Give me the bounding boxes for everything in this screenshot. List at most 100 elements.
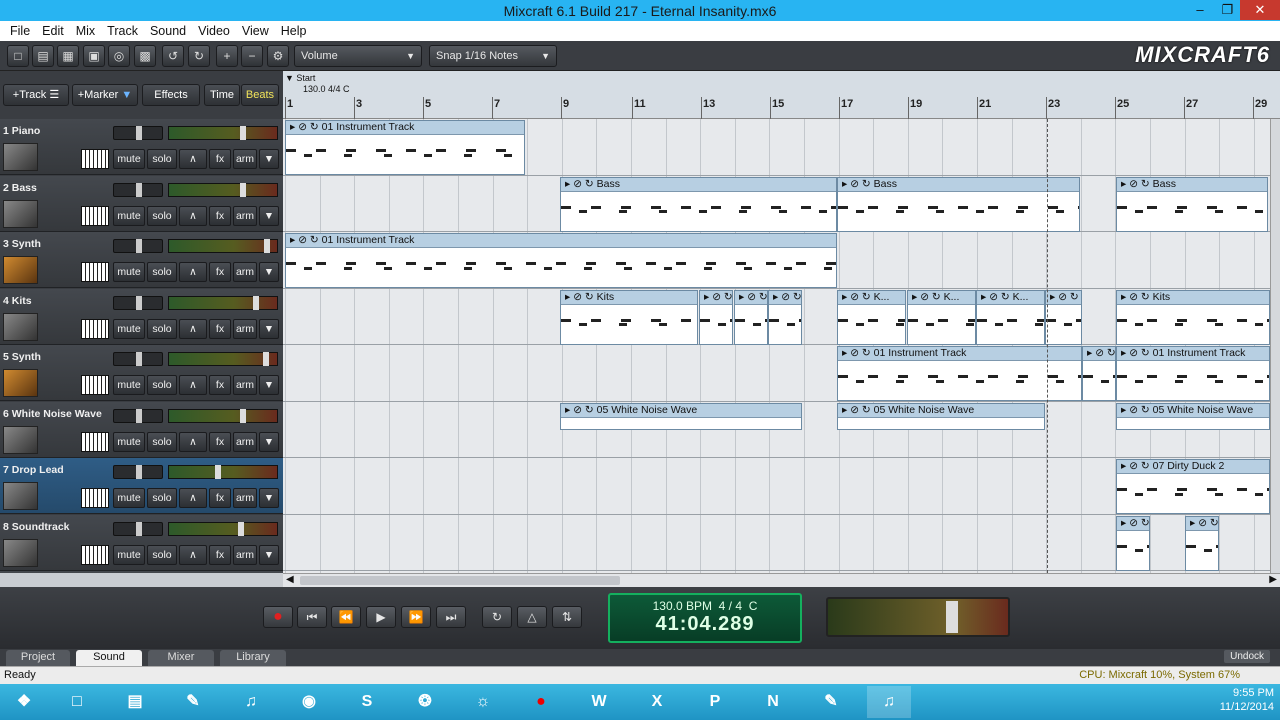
- clip[interactable]: ▸ ⊘ ↻ 07 Dirty Duck 2: [1116, 459, 1270, 514]
- clip-header[interactable]: ▸ ⊘ ↻ K...: [977, 290, 1044, 305]
- clip-header[interactable]: ▸ ⊘ ↻ Bass: [1117, 177, 1267, 192]
- tab-project[interactable]: Project: [6, 650, 70, 666]
- automation-icon[interactable]: ∧: [179, 431, 207, 452]
- open-folder-icon[interactable]: ▤: [32, 45, 54, 67]
- fx-button[interactable]: fx: [209, 205, 231, 226]
- firefox-icon[interactable]: ☼: [461, 686, 505, 718]
- clip-header[interactable]: ▸ ⊘ ↻ K...: [838, 290, 905, 305]
- steam-icon[interactable]: ◉: [287, 686, 331, 718]
- clip[interactable]: ▸ ⊘ ↻ 05 White Noise Wave: [560, 402, 802, 430]
- automation-icon[interactable]: ∧: [179, 149, 207, 169]
- restore-button[interactable]: ❐: [1215, 0, 1240, 20]
- track-name[interactable]: 6 White Noise Wave: [3, 408, 102, 420]
- meter-knob[interactable]: [263, 352, 269, 366]
- clip[interactable]: ▸ ⊘ ↻ K...: [1045, 289, 1082, 345]
- piano-keyboard-icon[interactable]: [81, 149, 109, 169]
- add-marker-button[interactable]: +Marker ▼: [72, 84, 138, 106]
- metronome-button[interactable]: △: [517, 606, 547, 628]
- master-volume-knob[interactable]: [946, 601, 958, 633]
- fx-button[interactable]: fx: [209, 262, 231, 282]
- arrangement-grid[interactable]: ▸ ⊘ ↻ 01 Instrument Track ▸ ⊘ ↻ Bass ▸ ⊘ ↻…: [283, 119, 1270, 573]
- clip[interactable]: ▸ ⊘ ↻ K...: [837, 289, 906, 345]
- chevron-down-icon[interactable]: ▼: [259, 375, 279, 395]
- track-volume-fader[interactable]: [113, 521, 163, 536]
- rewind-button[interactable]: ⏪: [331, 606, 361, 628]
- clip[interactable]: ▸ ⊘ ↻ K...: [907, 289, 976, 345]
- clip[interactable]: ▸ ⊘ ↻ Kits: [560, 289, 698, 345]
- clip-icons[interactable]: ▸ ⊘ ↻: [704, 291, 732, 303]
- track-header[interactable]: 1 Piano mute solo ∧ fx arm ▼: [0, 119, 283, 175]
- meter-knob[interactable]: [240, 408, 246, 423]
- clip-header[interactable]: ▸ ⊘ ↻ 07 Dirty Duck 2: [1117, 460, 1269, 474]
- clip-icons[interactable]: ▸ ⊘ ↻: [842, 291, 874, 303]
- tab-library[interactable]: Library: [220, 650, 286, 666]
- windows-start-icon[interactable]: ❖: [2, 686, 46, 718]
- menu-video[interactable]: Video: [192, 24, 236, 38]
- play-button[interactable]: ▶: [366, 606, 396, 628]
- automation-icon[interactable]: ∧: [179, 544, 207, 565]
- fx-button[interactable]: fx: [209, 431, 231, 452]
- piano-keyboard-icon[interactable]: [81, 431, 109, 452]
- notepad-icon[interactable]: ✎: [171, 686, 215, 718]
- clip-header[interactable]: ▸ ⊘ ↻ Bass: [561, 177, 836, 192]
- clip-header[interactable]: ▸ ⊘ ↻ K...: [908, 290, 975, 305]
- chevron-down-icon[interactable]: ▼: [259, 431, 279, 452]
- solo-button[interactable]: solo: [147, 431, 177, 452]
- clip-icons[interactable]: ▸ ⊘ ↻: [565, 178, 597, 190]
- track-pan-meter[interactable]: [168, 239, 278, 253]
- arm-button[interactable]: arm: [233, 544, 257, 565]
- undo-icon[interactable]: ↺: [162, 45, 184, 67]
- track-header[interactable]: 7 Drop Lead mute solo ∧ fx arm ▼: [0, 458, 283, 514]
- clip[interactable]: ▸ ⊘ ↻ Bass: [560, 176, 837, 232]
- instrument-thumbnail-icon[interactable]: [3, 538, 38, 567]
- track-pan-meter[interactable]: [168, 465, 278, 479]
- effects-button[interactable]: Effects: [142, 84, 200, 106]
- chevron-down-icon[interactable]: ▼: [259, 544, 279, 565]
- track-volume-fader[interactable]: [113, 465, 163, 479]
- settings-gear-icon[interactable]: ⚙: [267, 45, 289, 67]
- clip-header[interactable]: ▸ ⊘ ↻ Bass: [838, 177, 1079, 192]
- tuner-button[interactable]: ⇅: [552, 606, 582, 628]
- piano-keyboard-icon[interactable]: [81, 318, 109, 339]
- time-button[interactable]: Time: [204, 84, 240, 106]
- mute-button[interactable]: mute: [113, 431, 145, 452]
- powerpoint-icon[interactable]: P: [693, 686, 737, 718]
- clip-icons[interactable]: ▸ ⊘ ↻: [842, 347, 874, 359]
- clip-icons[interactable]: ▸ ⊘ ↻: [290, 121, 322, 133]
- onenote-icon[interactable]: N: [751, 686, 795, 718]
- menu-sound[interactable]: Sound: [144, 24, 192, 38]
- automation-icon[interactable]: ∧: [179, 375, 207, 395]
- word-icon[interactable]: W: [577, 686, 621, 718]
- track-pan-meter[interactable]: [168, 352, 278, 366]
- clip-header[interactable]: ▸ ⊘ ↻ 05 White Noise Wave: [838, 403, 1044, 418]
- record-button[interactable]: ●: [263, 606, 293, 628]
- scroll-left-icon[interactable]: ◀: [286, 574, 294, 585]
- clip-icons[interactable]: ▸ ⊘ ↻: [842, 404, 874, 416]
- chevron-down-icon[interactable]: ▼: [259, 205, 279, 226]
- clip[interactable]: ▸ ⊘ ↻ 0...: [1185, 515, 1219, 571]
- beats-button[interactable]: Beats: [241, 84, 279, 106]
- clip-header[interactable]: ▸ ⊘ ↻ 01 Instrument Track: [286, 234, 836, 248]
- clip-header[interactable]: ▸ ⊘ ↻ 05 White Noise Wave: [1117, 403, 1269, 418]
- meter-knob[interactable]: [240, 182, 246, 197]
- track-volume-fader[interactable]: [113, 126, 163, 140]
- track-header[interactable]: 4 Kits mute solo ∧ fx arm ▼: [0, 288, 283, 345]
- clip-header[interactable]: ▸ ⊘ ↻ K..: [735, 290, 767, 305]
- file-explorer-icon[interactable]: □: [55, 686, 99, 718]
- vertical-scrollbar[interactable]: [1270, 119, 1280, 573]
- clip[interactable]: ▸ ⊘ ↻ K...: [976, 289, 1045, 345]
- piano-keyboard-icon[interactable]: [81, 375, 109, 395]
- track-header[interactable]: 9 Soundtrackmutesolo∧fxarm▼: [0, 571, 283, 573]
- menu-view[interactable]: View: [236, 24, 275, 38]
- track-name[interactable]: 8 Soundtrack: [3, 521, 70, 533]
- clip-icons[interactable]: ▸ ⊘ ↻: [290, 234, 322, 246]
- instrument-thumbnail-icon[interactable]: [3, 369, 38, 397]
- track-name[interactable]: 7 Drop Lead: [3, 464, 64, 476]
- track-volume-fader[interactable]: [113, 182, 163, 197]
- loop-button[interactable]: ↻: [482, 606, 512, 628]
- clip-header[interactable]: ▸ ⊘ ↻ 01 Instrument Track: [838, 347, 1081, 361]
- arm-button[interactable]: arm: [233, 149, 257, 169]
- clip-icons[interactable]: ▸ ⊘ ↻: [1121, 347, 1153, 359]
- meter-knob[interactable]: [240, 126, 246, 140]
- record-app-icon[interactable]: ●: [519, 686, 563, 718]
